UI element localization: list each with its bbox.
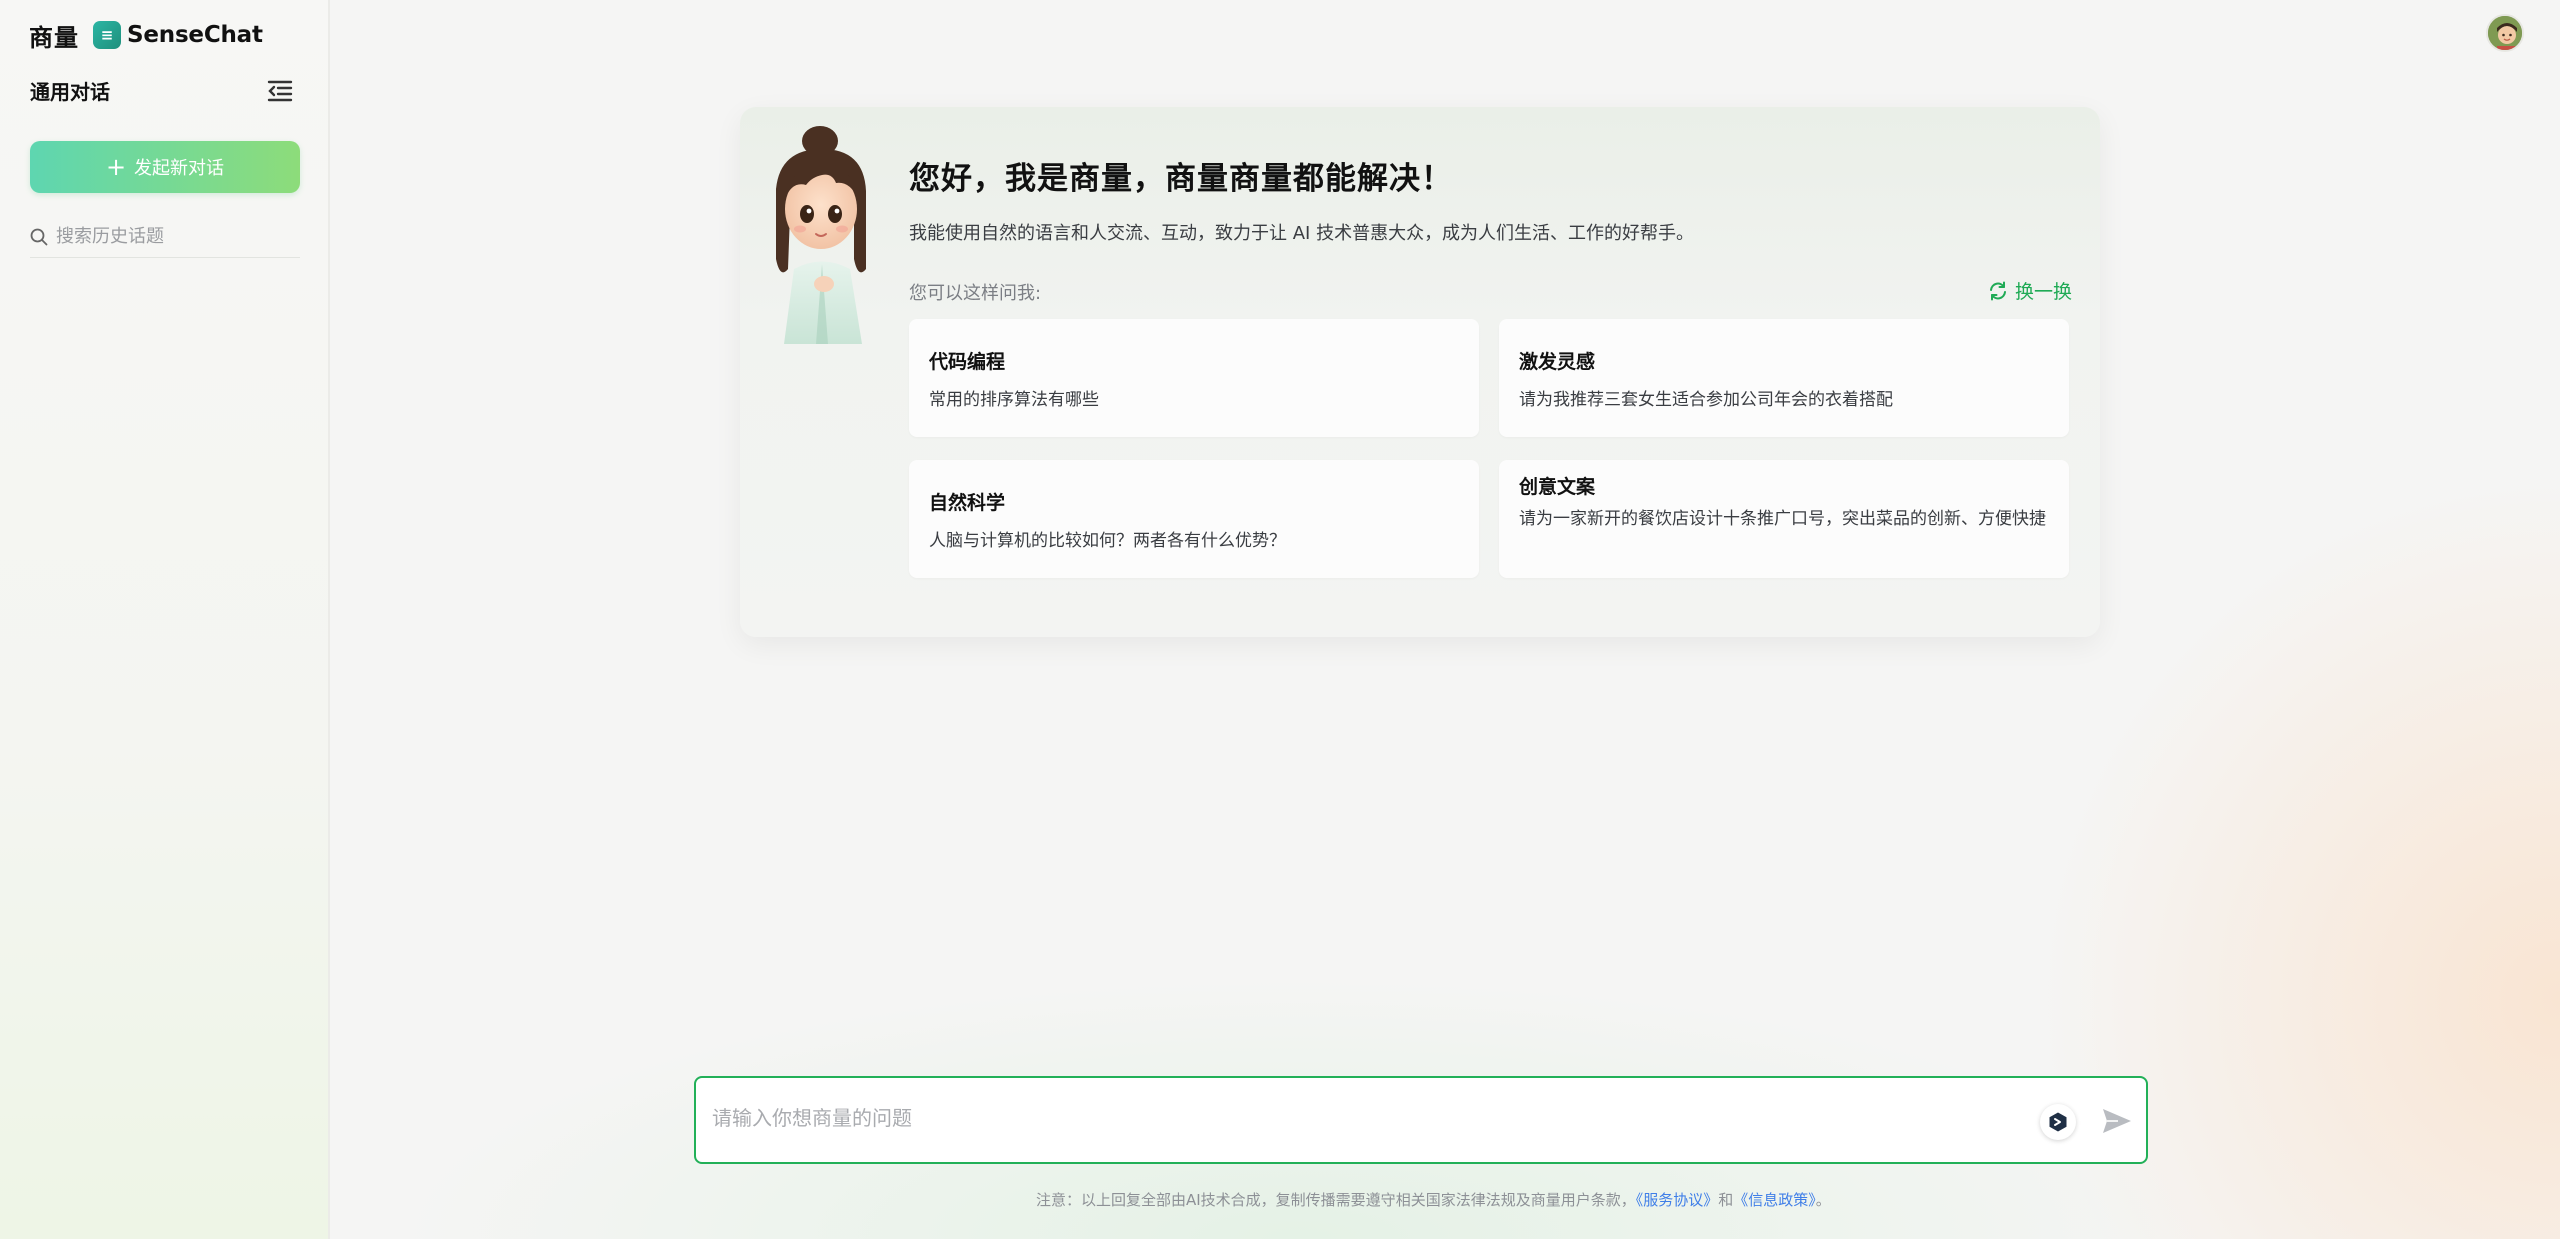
welcome-intro: 我能使用自然的语言和人交流、互动，致力于让 AI 技术普惠大众，成为人们生活、工… <box>909 223 1695 244</box>
disclaimer-text: 注意：以上回复全部由AI技术合成，复制传播需要遵守相关国家法律法规及商量用户条款… <box>1036 1191 1636 1209</box>
send-icon <box>2103 1109 2131 1133</box>
send-button[interactable] <box>2100 1104 2134 1138</box>
message-composer <box>694 1076 2148 1164</box>
refresh-suggestions-button[interactable]: 换一换 <box>1987 277 2072 304</box>
suggestion-card[interactable]: 激发灵感 请为我推荐三套女生适合参加公司年会的衣着搭配 <box>1499 319 2069 437</box>
service-agreement-link[interactable]: 《服务协议》 <box>1636 1191 1719 1209</box>
sensechat-logo-icon: ≡ <box>93 21 121 49</box>
suggestion-desc: 人脑与计算机的比较如何？两者各有什么优势？ <box>929 531 1286 551</box>
disclaimer-and: 和 <box>1718 1191 1734 1209</box>
footer-disclaimer: 注意：以上回复全部由AI技术合成，复制传播需要遵守相关国家法律法规及商量用户条款… <box>1036 1189 1831 1210</box>
suggestion-card[interactable]: 创意文案 请为一家新开的餐饮店设计十条推广口号，突出菜品的创新、方便快捷 <box>1499 460 2069 578</box>
history-search-input[interactable] <box>56 226 286 247</box>
suggestion-title: 激发灵感 <box>1519 351 1596 373</box>
privacy-policy-link[interactable]: 《信息政策》 <box>1733 1191 1816 1209</box>
plugin-button[interactable] <box>2040 1104 2076 1140</box>
suggestion-desc: 常用的排序算法有哪些 <box>929 390 1099 410</box>
new-chat-button[interactable]: + 发起新对话 <box>30 141 300 193</box>
suggestion-card[interactable]: 自然科学 人脑与计算机的比较如何？两者各有什么优势？ <box>909 460 1479 578</box>
suggestion-title: 自然科学 <box>929 492 1006 514</box>
suggestion-title: 创意文案 <box>1519 476 1596 498</box>
welcome-headline: 您好，我是商量，商量商量都能解决！ <box>909 161 1453 197</box>
brand[interactable]: 商量 ≡ SenseChat <box>29 18 263 52</box>
suggestion-desc: 请为我推荐三套女生适合参加公司年会的衣着搭配 <box>1519 390 1893 410</box>
message-input[interactable] <box>712 1102 1992 1142</box>
suggestion-card[interactable]: 代码编程 常用的排序算法有哪些 <box>909 319 1479 437</box>
collapse-sidebar-button[interactable] <box>266 78 294 104</box>
search-icon <box>30 228 48 245</box>
menu-collapse-icon <box>267 80 293 102</box>
welcome-card: 您好，我是商量，商量商量都能解决！ 我能使用自然的语言和人交流、互动，致力于让 … <box>740 107 2100 637</box>
refresh-icon <box>1989 281 2006 300</box>
avatar-image <box>2488 16 2522 50</box>
new-chat-label: 发起新对话 <box>134 158 225 179</box>
sidebar: 商量 ≡ SenseChat 通用对话 + 发起新对话 <box>0 0 330 1239</box>
refresh-label: 换一换 <box>2014 281 2072 303</box>
disclaimer-end: 。 <box>1815 1191 1831 1209</box>
brand-name-cn: 商量 <box>29 23 79 52</box>
mascot-illustration <box>762 119 882 344</box>
brand-name-en: SenseChat <box>127 22 263 48</box>
ask-label: 您可以这样问我: <box>909 283 1042 304</box>
suggestion-desc: 请为一家新开的餐饮店设计十条推广口号，突出菜品的创新、方便快捷 <box>1519 509 2046 529</box>
sidebar-section-title: 通用对话 <box>30 80 110 104</box>
plus-icon: + <box>105 153 127 181</box>
suggestion-title: 代码编程 <box>929 351 1006 373</box>
plugin-icon <box>2049 1112 2067 1132</box>
history-search <box>30 216 300 258</box>
user-avatar[interactable] <box>2486 14 2524 52</box>
